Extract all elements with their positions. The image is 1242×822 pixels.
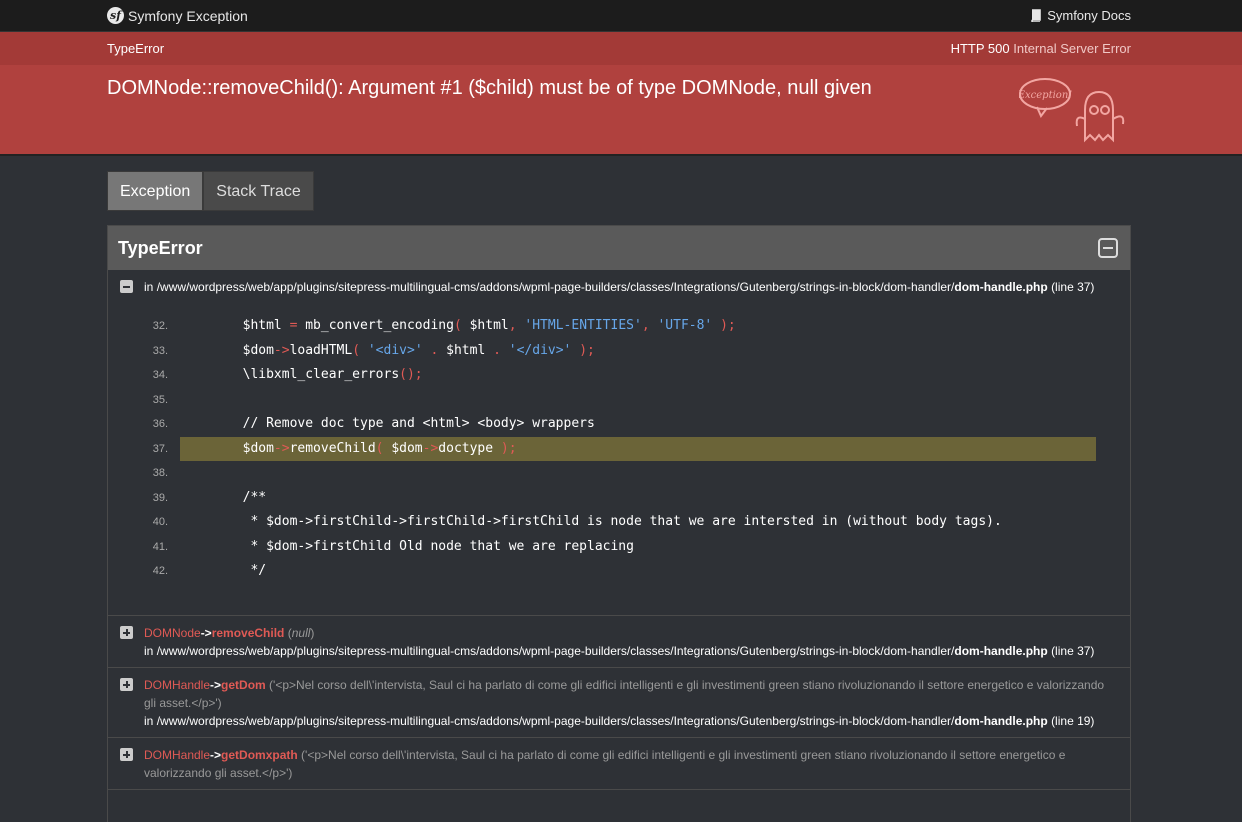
code-line-highlighted: 37. $dom->removeChild( $dom->doctype );: [120, 436, 1096, 461]
trace-class: DOMHandle: [144, 678, 211, 692]
exception-meta: TypeError HTTP 500 Internal Server Error: [0, 32, 1242, 65]
trace-row-expanded: in /www/wordpress/web/app/plugins/sitepr…: [108, 270, 1130, 616]
plus-icon[interactable]: [120, 678, 133, 691]
docs-label: Symfony Docs: [1047, 8, 1131, 23]
status-code: HTTP 500: [950, 41, 1010, 56]
code-line: 36. // Remove doc type and <html> <body>…: [120, 412, 1096, 437]
trace-row: DOMNode->removeChild (null) in /www/word…: [108, 616, 1130, 668]
trace-call: DOMNode->removeChild (null): [144, 624, 1118, 642]
line-number-label: 34.: [152, 369, 168, 381]
line-number-label: 39.: [152, 491, 168, 504]
trace-function: getDom: [221, 678, 266, 692]
trace-call: DOMHandle->getDom ('<p>Nel corso dell\'i…: [144, 676, 1118, 712]
trace-args: null: [291, 626, 311, 640]
args-close: ): [310, 626, 315, 640]
line-number: (line 37): [1051, 280, 1095, 294]
trace-arrow: ->: [200, 626, 212, 640]
file-location: in /www/wordpress/web/app/plugins/sitepr…: [144, 642, 1118, 660]
code-line: 34. \libxml_clear_errors();: [120, 363, 1096, 388]
code-excerpt: 32. $html = mb_convert_encoding( $html, …: [120, 314, 1096, 584]
book-icon: [1031, 9, 1041, 22]
file-location: in /www/wordpress/web/app/plugins/sitepr…: [144, 712, 1118, 730]
line-number-label: 36.: [152, 418, 168, 430]
line-number-label: 37.: [152, 442, 168, 455]
file-name[interactable]: dom-handle.php: [954, 644, 1047, 658]
line-number-label: 35.: [152, 393, 168, 406]
file-path: /www/wordpress/web/app/plugins/sitepress…: [156, 714, 955, 728]
trace-arrow: ->: [210, 748, 222, 762]
trace-class: DOMHandle: [144, 748, 211, 762]
file-path: /www/wordpress/web/app/plugins/sitepress…: [156, 644, 955, 658]
top-bar: sf Symfony Exception Symfony Docs: [0, 0, 1242, 32]
trace-arrow: ->: [210, 678, 222, 692]
line-number-label: 41.: [152, 540, 168, 553]
trace-function: getDomxpath: [221, 748, 298, 762]
trace-args: ('<p>Nel corso dell\'intervista, Saul ci…: [144, 678, 1105, 710]
line-number-label: 33.: [152, 344, 168, 357]
trace-call: DOMHandle->getDomxpath ('<p>Nel corso de…: [144, 746, 1118, 782]
status-text: Internal Server Error: [1013, 41, 1131, 56]
line-number: (line 19): [1051, 714, 1095, 728]
exception-ghost-icon: Exception!: [1019, 78, 1125, 143]
file-path: /www/wordpress/web/app/plugins/sitepress…: [156, 280, 955, 294]
code-line: 40. * $dom->firstChild->firstChild->firs…: [120, 510, 1096, 535]
exception-message: DOMNode::removeChild(): Argument #1 ($ch…: [107, 77, 872, 99]
docs-link[interactable]: Symfony Docs: [1030, 8, 1131, 23]
code-line: 41. * $dom->firstChild Old node that we …: [120, 535, 1096, 560]
line-number-label: 38.: [152, 467, 168, 479]
line-number-label: 32.: [152, 320, 168, 332]
ghost-text: Exception!: [1019, 90, 1072, 101]
args-open: (: [284, 626, 292, 640]
trace-panel: TypeError in /www/wordpress/web/app/plug…: [107, 225, 1131, 822]
code-line: 39. /**: [120, 486, 1096, 511]
tab-stack-trace[interactable]: Stack Trace: [203, 171, 314, 211]
plus-icon[interactable]: [120, 626, 133, 639]
file-location: in /www/wordpress/web/app/plugins/sitepr…: [144, 278, 1118, 296]
collapse-icon[interactable]: [1098, 238, 1118, 258]
tab-bar: Exception Stack Trace: [107, 171, 314, 211]
trace-row: DOMHandle->getDom ('<p>Nel corso dell\'i…: [108, 668, 1130, 738]
trace-class: DOMNode: [144, 626, 201, 640]
line-number: (line 37): [1051, 644, 1095, 658]
status-info: HTTP 500 Internal Server Error: [951, 41, 1131, 56]
symfony-logo-icon: sf: [107, 7, 124, 24]
trace-row: DOMHandle->getDomxpath ('<p>Nel corso de…: [108, 738, 1130, 790]
code-line: 32. $html = mb_convert_encoding( $html, …: [120, 314, 1096, 339]
in-label: in: [144, 714, 154, 728]
plus-icon[interactable]: [120, 748, 133, 761]
brand[interactable]: sf Symfony Exception: [107, 7, 248, 24]
code-line: 33. $dom->loadHTML( '<div>' . $html . '<…: [120, 339, 1096, 364]
file-name[interactable]: dom-handle.php: [954, 280, 1047, 294]
code-line: 42. */: [120, 559, 1096, 584]
code-line: 35.: [120, 388, 1096, 413]
exception-class: TypeError: [107, 41, 165, 56]
line-number-label: 40.: [152, 516, 168, 528]
in-label: in: [144, 644, 154, 658]
tab-exception[interactable]: Exception: [107, 171, 204, 211]
line-number-label: 42.: [152, 565, 168, 577]
in-label: in: [144, 280, 154, 294]
file-name[interactable]: dom-handle.php: [954, 714, 1047, 728]
panel-header[interactable]: TypeError: [108, 226, 1130, 270]
brand-label: Symfony Exception: [128, 7, 248, 24]
code-line: 38.: [120, 461, 1096, 486]
panel-title: TypeError: [118, 238, 203, 258]
minus-icon[interactable]: [120, 280, 133, 293]
exception-header: TypeError HTTP 500 Internal Server Error…: [0, 32, 1242, 156]
trace-function: removeChild: [211, 626, 285, 640]
